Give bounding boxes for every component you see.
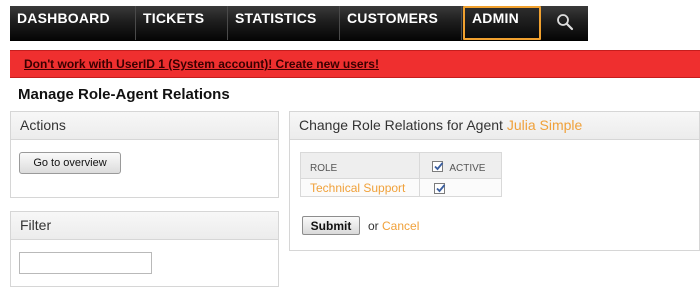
top-navigation: DASHBOARD TICKETS STATISTICS CUSTOMERS A… [0,0,700,48]
go-to-overview-button[interactable]: Go to overview [19,152,121,174]
active-label: ACTIVE [449,163,486,174]
nav-statistics[interactable]: STATISTICS [228,6,340,40]
role-link[interactable]: Technical Support [310,181,405,195]
or-text: or [368,219,379,233]
submit-button[interactable]: Submit [302,216,360,235]
page-title: Manage Role-Agent Relations [18,86,230,103]
active-checkbox[interactable] [434,182,446,194]
search-icon[interactable] [555,12,581,36]
filter-header: Filter [11,212,278,240]
agent-name: Julia Simple [506,117,583,133]
select-all-checkbox[interactable] [432,161,444,172]
notice-link[interactable]: Don't work with UserID 1 (System account… [24,57,379,71]
nav-strip: DASHBOARD TICKETS STATISTICS CUSTOMERS A… [10,6,588,41]
nav-admin[interactable]: ADMIN [463,6,541,40]
nav-dashboard[interactable]: DASHBOARD [10,6,136,40]
header-prefix: Change Role Relations for Agent [299,117,503,133]
notice-bar: Don't work with UserID 1 (System account… [10,50,700,78]
filter-box: Filter [10,211,279,287]
nav-customers[interactable]: CUSTOMERS [340,6,462,40]
actions-box: Actions Go to overview [10,111,279,198]
role-relations-header: Change Role Relations for Agent Julia Si… [290,112,699,140]
role-table: ROLE ACTIVE Technical Support [299,152,502,197]
column-active: ACTIVE [419,152,502,179]
table-row: Technical Support [299,178,502,197]
actions-header: Actions [11,112,278,140]
column-role: ROLE [299,152,421,179]
role-relations-box: Change Role Relations for Agent Julia Si… [289,111,700,251]
nav-tickets[interactable]: TICKETS [136,6,228,40]
cancel-link[interactable]: Cancel [382,219,419,233]
filter-input[interactable] [19,252,152,274]
